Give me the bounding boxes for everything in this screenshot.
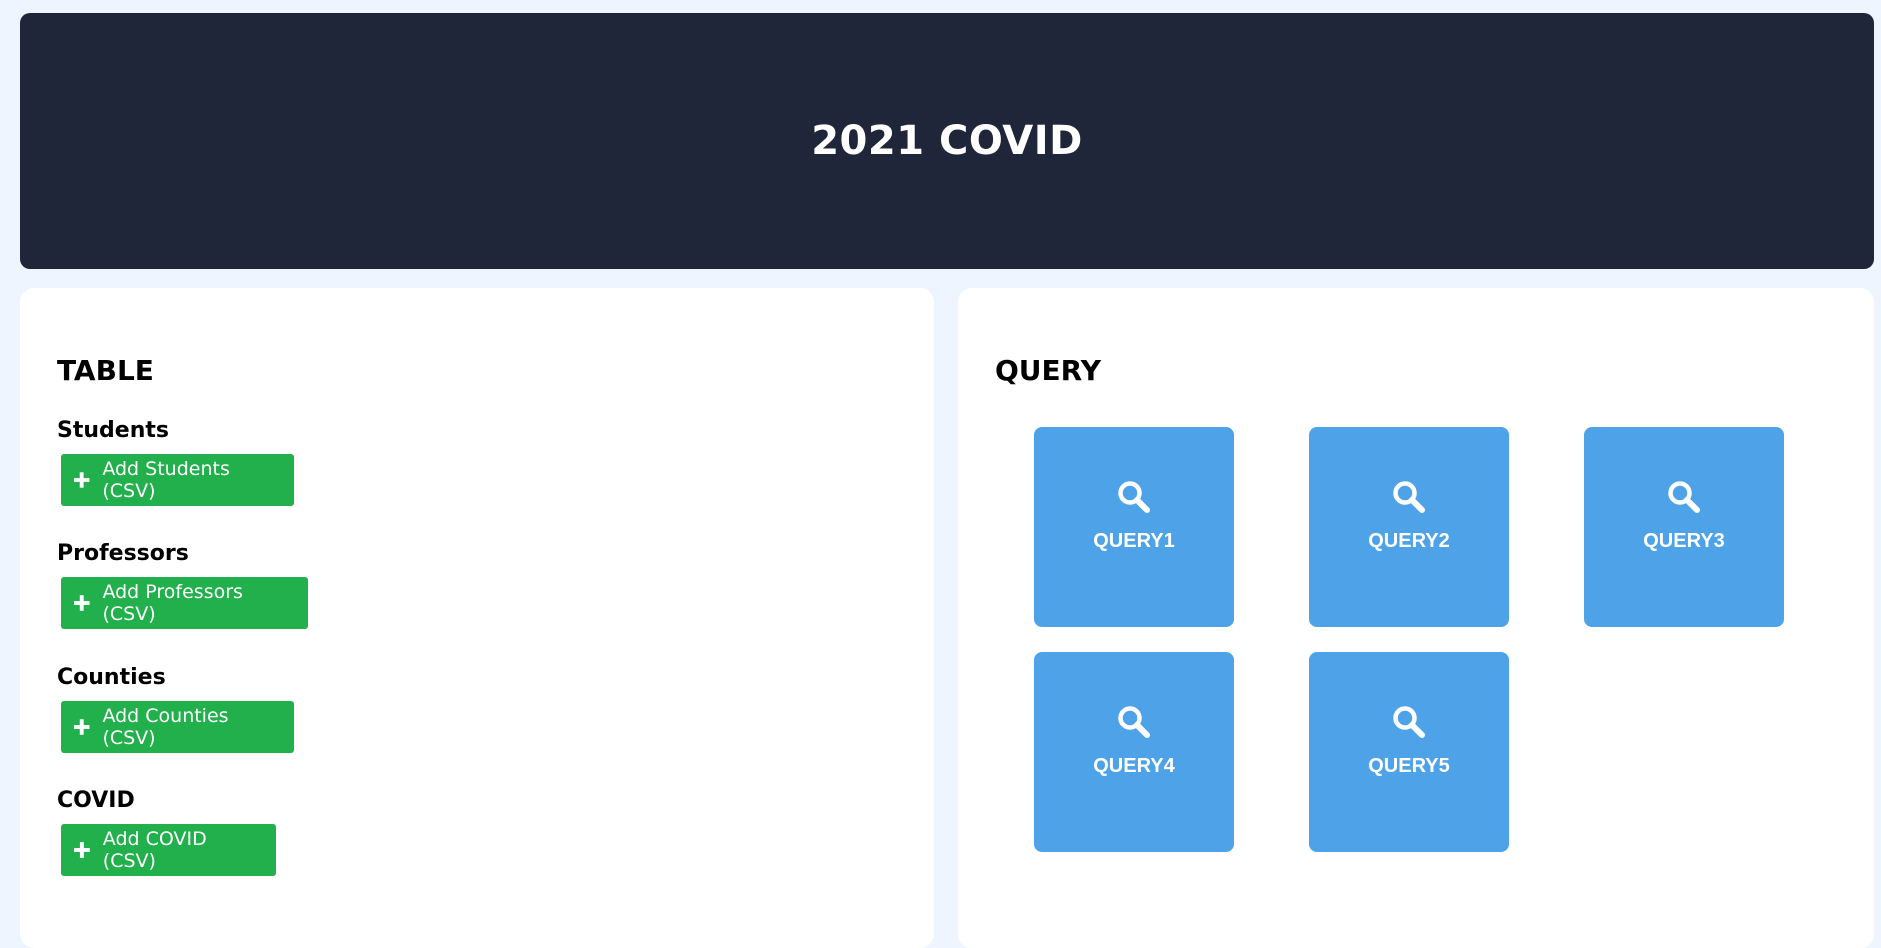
add-professors-button[interactable]: Add Professors (CSV) bbox=[61, 577, 308, 629]
table-group-label: Professors bbox=[57, 541, 189, 566]
page-title: 2021 COVID bbox=[811, 118, 1083, 164]
plus-icon bbox=[73, 595, 90, 611]
query2-label: QUERY2 bbox=[1368, 530, 1450, 552]
add-covid-button-label: Add COVID (CSV) bbox=[102, 828, 207, 872]
query4-label: QUERY4 bbox=[1093, 755, 1175, 777]
plus-icon bbox=[73, 719, 90, 735]
table-group-professors: Professors Add Professors (CSV) bbox=[57, 539, 308, 629]
query2-button[interactable]: QUERY2 bbox=[1309, 427, 1509, 627]
query3-button[interactable]: QUERY3 bbox=[1584, 427, 1784, 627]
add-students-button-label: Add Students (CSV) bbox=[102, 458, 230, 502]
add-covid-button[interactable]: Add COVID (CSV) bbox=[61, 824, 276, 876]
table-group-label: Students bbox=[57, 418, 169, 443]
search-icon bbox=[1393, 706, 1425, 738]
add-students-button[interactable]: Add Students (CSV) bbox=[61, 454, 294, 506]
add-counties-button-label: Add Counties (CSV) bbox=[102, 705, 229, 749]
table-group-label: Counties bbox=[57, 665, 166, 690]
query-panel-heading: QUERY bbox=[995, 354, 1101, 387]
add-counties-button[interactable]: Add Counties (CSV) bbox=[61, 701, 294, 753]
query1-button[interactable]: QUERY1 bbox=[1034, 427, 1234, 627]
page-header: 2021 COVID bbox=[20, 13, 1874, 269]
search-icon bbox=[1393, 481, 1425, 513]
query4-button[interactable]: QUERY4 bbox=[1034, 652, 1234, 852]
search-icon bbox=[1118, 481, 1150, 513]
table-panel-heading: TABLE bbox=[57, 354, 154, 387]
query1-label: QUERY1 bbox=[1093, 530, 1175, 552]
plus-icon bbox=[73, 842, 90, 858]
search-icon bbox=[1118, 706, 1150, 738]
query5-button[interactable]: QUERY5 bbox=[1309, 652, 1509, 852]
query3-label: QUERY3 bbox=[1643, 530, 1725, 552]
table-group-covid: COVID Add COVID (CSV) bbox=[57, 786, 276, 876]
query5-label: QUERY5 bbox=[1368, 755, 1450, 777]
table-group-counties: Counties Add Counties (CSV) bbox=[57, 663, 294, 753]
search-icon bbox=[1668, 481, 1700, 513]
query-panel: QUERY QUERY1 QUERY2 QUERY3 QUERY4 QUERY5 bbox=[958, 288, 1874, 948]
table-group-students: Students Add Students (CSV) bbox=[57, 416, 294, 506]
add-professors-button-label: Add Professors (CSV) bbox=[102, 581, 243, 625]
table-panel: TABLE Students Add Students (CSV) Profes… bbox=[20, 288, 934, 948]
plus-icon bbox=[73, 472, 90, 488]
table-group-label: COVID bbox=[57, 788, 135, 813]
